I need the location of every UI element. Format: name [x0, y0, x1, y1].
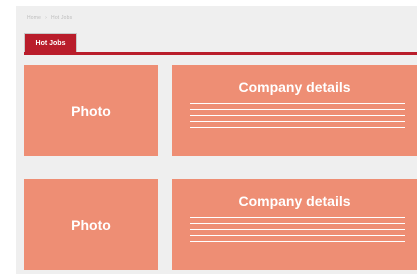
photo-label: Photo: [71, 102, 111, 119]
listing-photo[interactable]: Photo: [24, 179, 158, 270]
breadcrumb: Home › Hot Jobs: [27, 15, 72, 21]
company-details-title: Company details: [238, 193, 351, 209]
tab-hot-jobs[interactable]: Hot Jobs: [24, 33, 77, 52]
tab-underline: [24, 52, 417, 55]
listing-company-details[interactable]: Company details: [172, 179, 417, 270]
company-details-title: Company details: [238, 79, 351, 95]
details-text-lines: [190, 217, 405, 247]
listing-photo[interactable]: Photo: [24, 65, 158, 156]
photo-label: Photo: [71, 216, 111, 233]
breadcrumb-home[interactable]: Home: [27, 15, 41, 21]
listing-company-details[interactable]: Company details: [172, 65, 417, 156]
details-text-lines: [190, 103, 405, 133]
breadcrumb-current: Hot Jobs: [51, 15, 73, 21]
breadcrumb-separator: ›: [45, 15, 48, 21]
